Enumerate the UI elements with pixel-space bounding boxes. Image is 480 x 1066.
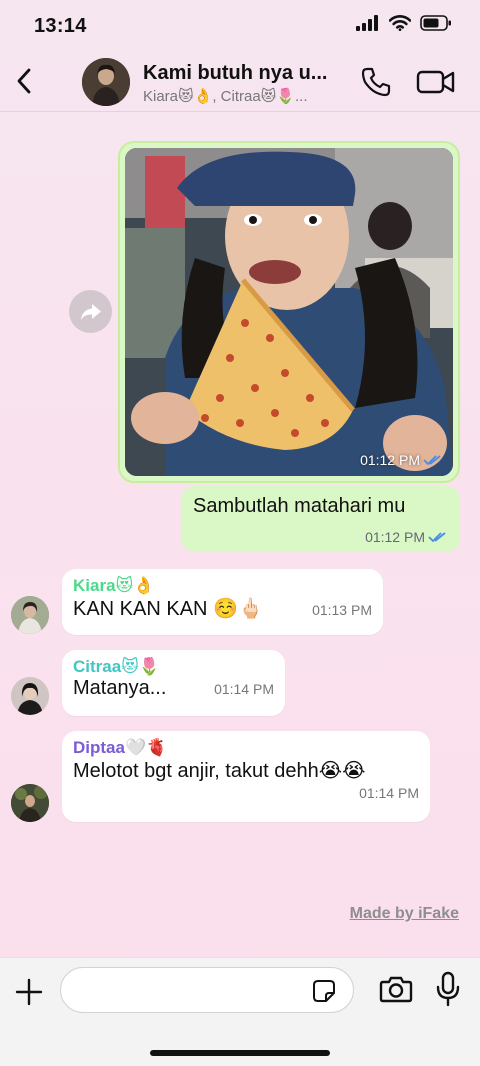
sticker-icon (313, 980, 335, 1002)
phone-icon (361, 67, 391, 97)
chat-area[interactable]: 01:12 PM Sambutlah matahari mu 01:12 PM (0, 113, 480, 953)
message-timestamp: 01:13 PM (312, 602, 372, 618)
avatar-photo-icon (11, 596, 49, 634)
microphone-icon (436, 971, 460, 1007)
photo-message[interactable]: 01:12 PM (118, 141, 460, 483)
message-timestamp: 01:14 PM (214, 681, 274, 697)
avatar-photo-icon (11, 677, 49, 715)
battery-icon (420, 15, 451, 31)
sender-name: Citraa😻🌷 (73, 657, 161, 676)
avatar-photo-icon (82, 58, 130, 106)
double-check-icon (423, 455, 441, 466)
message-text: Sambutlah matahari mu (193, 495, 406, 517)
outgoing-message[interactable]: Sambutlah matahari mu 01:12 PM (181, 486, 460, 552)
forward-button[interactable] (69, 290, 112, 333)
group-title[interactable]: Kami butuh nya u... (143, 62, 327, 85)
sender-name: Diptaa🤍🫀 (73, 738, 168, 757)
photo-time-text: 01:12 PM (360, 452, 420, 468)
message-time-text: 01:12 PM (365, 529, 425, 545)
avatar-photo-icon (11, 784, 49, 822)
photo-girl-eating-pizza-icon (125, 148, 453, 476)
share-arrow-icon (80, 303, 101, 320)
chevron-left-icon (17, 68, 31, 94)
message-text: Matanya... (73, 677, 167, 699)
back-button[interactable] (10, 64, 38, 98)
incoming-message[interactable]: Citraa😻🌷 Matanya... 01:14 PM (62, 650, 285, 716)
avatar[interactable] (11, 596, 49, 634)
microphone-button[interactable] (434, 971, 462, 1007)
incoming-message[interactable]: Diptaa🤍🫀 Melotot bgt anjir, takut dehh😭😭… (62, 731, 430, 822)
video-camera-icon (416, 70, 455, 94)
voice-call-button[interactable] (360, 66, 392, 98)
plus-icon (15, 978, 43, 1006)
camera-button[interactable] (379, 973, 413, 1005)
chat-photo[interactable]: 01:12 PM (125, 148, 453, 476)
watermark: Made by iFake (349, 905, 459, 922)
message-text: KAN KAN KAN ☺️🖕🏻 (73, 598, 263, 620)
message-timestamp: 01:12 PM (365, 529, 448, 545)
cellular-signal-icon (356, 15, 378, 31)
incoming-message[interactable]: Kiara😻👌 KAN KAN KAN ☺️🖕🏻 01:13 PM (62, 569, 383, 635)
attach-button[interactable] (12, 975, 46, 1009)
status-time: 13:14 (34, 15, 87, 37)
chat-header: Kami butuh nya u... Kiara😻👌, Citraa😻🌷... (0, 52, 480, 112)
status-bar: 13:14 (0, 0, 480, 52)
photo-timestamp: 01:12 PM (360, 452, 443, 468)
group-members[interactable]: Kiara😻👌, Citraa😻🌷... (143, 87, 308, 105)
group-avatar[interactable] (82, 58, 130, 106)
home-indicator (150, 1050, 330, 1056)
message-input[interactable] (60, 967, 354, 1013)
video-call-button[interactable] (416, 68, 456, 96)
sticker-button[interactable] (312, 979, 336, 1003)
avatar[interactable] (11, 677, 49, 715)
sender-name: Kiara😻👌 (73, 576, 155, 595)
avatar[interactable] (11, 784, 49, 822)
wifi-icon (389, 15, 411, 31)
message-text: Melotot bgt anjir, takut dehh😭😭 (73, 760, 366, 782)
camera-icon (379, 976, 413, 1003)
message-timestamp: 01:14 PM (359, 785, 419, 801)
double-check-icon (428, 532, 446, 543)
status-icons (356, 15, 452, 31)
input-bar (0, 957, 480, 1066)
